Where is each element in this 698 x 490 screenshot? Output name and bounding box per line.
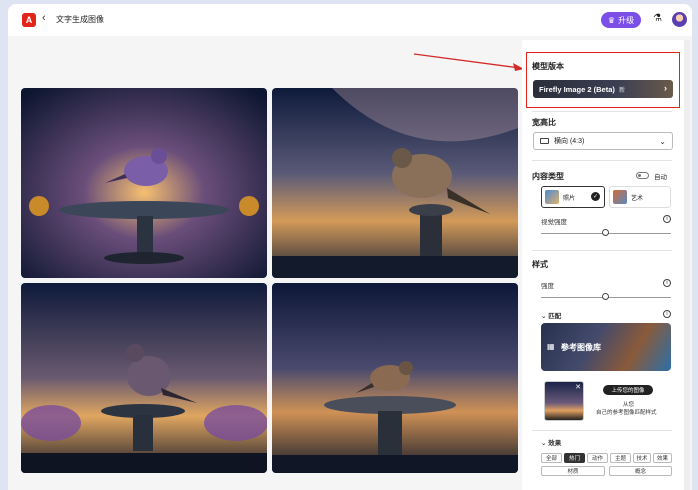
close-icon[interactable]: ✕ — [575, 383, 581, 391]
aspect-ratio-heading: 宽高比 — [532, 118, 556, 127]
scrollbar[interactable] — [684, 40, 690, 490]
photo-thumbnail — [545, 190, 559, 204]
content-type-photo[interactable]: 照片 ✓ — [541, 186, 605, 208]
flask-icon[interactable]: ⚗ — [653, 13, 662, 24]
upload-hint-1: 从您 — [623, 402, 635, 408]
top-bar: A ‹ 文字生成图像 ♛ 升级 ⚗ — [8, 4, 692, 36]
generated-image-4[interactable] — [272, 283, 518, 473]
upgrade-label: 升级 — [618, 15, 635, 25]
adobe-logo-icon[interactable]: A — [22, 13, 36, 27]
content-type-art[interactable]: 艺术 — [609, 186, 671, 208]
generated-image-3[interactable] — [21, 283, 267, 473]
uploaded-reference-image[interactable]: ✕ — [544, 381, 584, 421]
effects-heading: 效果 — [548, 440, 562, 447]
content-type-art-label: 艺术 — [631, 195, 644, 202]
chevron-right-icon: › — [664, 83, 667, 93]
crown-icon: ♛ — [607, 15, 616, 25]
upload-image-button[interactable]: 上传您的图像 — [603, 385, 653, 395]
divider — [532, 111, 672, 112]
visual-intensity-label: 视觉强度 — [541, 219, 567, 226]
chevron-right-icon: › — [561, 340, 565, 351]
upgrade-button[interactable]: ♛ 升级 — [601, 12, 641, 28]
info-icon[interactable]: i — [663, 215, 671, 223]
divider — [532, 250, 672, 251]
avatar[interactable] — [672, 12, 687, 27]
effect-chip-material[interactable]: 材质 — [541, 466, 605, 476]
effect-chip-theme[interactable]: 主题 — [610, 453, 631, 463]
effect-chip-popular[interactable]: 热门 — [564, 453, 585, 463]
info-icon[interactable]: i — [663, 310, 671, 318]
auto-label: 自动 — [654, 174, 667, 181]
check-icon: ✓ — [591, 192, 600, 201]
auto-toggle[interactable] — [636, 172, 649, 179]
grid-icon: ▦ — [547, 342, 555, 351]
match-heading: 匹配 — [548, 313, 562, 320]
page-title: 文字生成图像 — [56, 15, 104, 24]
effect-chip-technique[interactable]: 技术 — [633, 453, 651, 463]
art-thumbnail — [613, 190, 627, 204]
info-icon[interactable]: i — [663, 279, 671, 287]
style-heading: 样式 — [532, 260, 548, 269]
aspect-ratio-select[interactable]: 横向 (4:3) ⌄ — [533, 132, 673, 150]
model-version-value: Firefly Image 2 (Beta) — [539, 84, 615, 94]
effect-chip-action[interactable]: 动作 — [587, 453, 608, 463]
content-type-photo-label: 照片 — [563, 195, 576, 202]
aspect-ratio-value: 横向 (4:3) — [554, 138, 585, 145]
effects-toggle[interactable]: ⌄ 效果 — [541, 437, 561, 447]
upload-hint-2: 自己的参考图像匹配样式 — [596, 410, 657, 416]
effect-chip-all[interactable]: 全部 — [541, 453, 562, 463]
visual-intensity-slider-handle[interactable] — [602, 229, 609, 236]
strength-slider-handle[interactable] — [602, 293, 609, 300]
effect-chip-concept[interactable]: 概念 — [609, 466, 672, 476]
content-type-heading: 内容类型 — [532, 172, 564, 181]
generated-image-1[interactable] — [21, 88, 267, 278]
new-badge: 新 — [619, 88, 626, 94]
landscape-icon — [540, 138, 549, 144]
match-toggle[interactable]: ⌄ 匹配 — [541, 310, 561, 320]
effect-chip-effect[interactable]: 效果 — [653, 453, 672, 463]
reference-gallery-button[interactable]: ▦ 参考图像库 › — [541, 323, 671, 371]
strength-label: 强度 — [541, 283, 554, 290]
generated-image-2[interactable] — [272, 88, 518, 278]
back-chevron-icon[interactable]: ‹ — [42, 12, 46, 24]
chevron-down-icon: ⌄ — [659, 137, 666, 146]
model-version-selector[interactable]: Firefly Image 2 (Beta) 新 › — [533, 80, 673, 98]
divider — [532, 160, 672, 161]
divider — [532, 430, 672, 431]
